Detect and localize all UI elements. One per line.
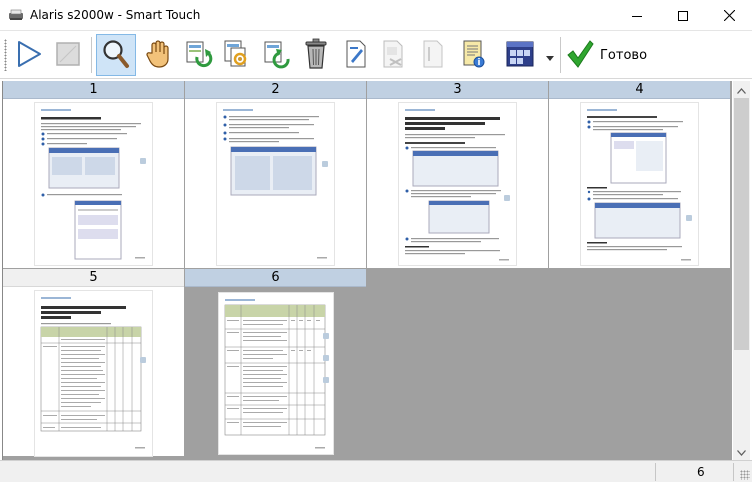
view-mode-icon xyxy=(505,40,535,71)
maximize-icon xyxy=(678,10,688,21)
insert-page-icon xyxy=(344,39,368,72)
status-bar: 6 xyxy=(0,460,752,482)
rotate-right-button[interactable] xyxy=(178,34,218,76)
flip-icon xyxy=(262,39,292,72)
status-divider xyxy=(655,463,656,481)
stop-button[interactable] xyxy=(48,34,88,76)
toolbar-separator xyxy=(91,37,92,73)
magnifier-icon xyxy=(101,38,131,73)
resize-grip[interactable] xyxy=(740,470,750,480)
play-button[interactable] xyxy=(9,34,49,76)
toolbar-separator xyxy=(560,37,561,73)
vertical-scrollbar[interactable] xyxy=(733,81,750,460)
zoom-button[interactable] xyxy=(96,34,136,76)
page-thumbnail[interactable]: 4 xyxy=(549,81,730,268)
page-preview xyxy=(581,103,698,265)
split-button[interactable] xyxy=(413,34,453,76)
chevron-down-icon xyxy=(737,445,746,459)
page-thumbnail[interactable]: 2 xyxy=(185,81,366,268)
page-thumbnail[interactable]: 1 xyxy=(3,81,184,268)
rotate-left-icon xyxy=(222,39,252,72)
toolbar: Готово xyxy=(0,31,752,79)
split-page-icon xyxy=(421,39,445,72)
delete-button[interactable] xyxy=(296,34,336,76)
thumbnail-grid[interactable]: 1 2 3 4 5 6 xyxy=(2,81,732,460)
rotate-right-icon xyxy=(183,39,213,72)
page-number: 1 xyxy=(3,81,184,99)
page-number: 2 xyxy=(185,81,366,99)
page-thumbnail-selected[interactable]: 6 xyxy=(185,269,366,456)
insert-page-button[interactable] xyxy=(336,34,376,76)
close-icon xyxy=(723,10,735,21)
done-button[interactable]: Готово xyxy=(566,37,647,73)
hand-icon xyxy=(144,39,172,72)
scrollbar-thumb[interactable] xyxy=(734,98,749,350)
page-number: 5 xyxy=(3,269,184,287)
checkmark-icon xyxy=(566,39,594,72)
page-preview xyxy=(35,103,152,265)
flip-button[interactable] xyxy=(257,34,297,76)
done-label: Готово xyxy=(600,47,648,63)
close-button[interactable] xyxy=(706,0,752,31)
window-title: Alaris s2000w - Smart Touch xyxy=(30,8,201,22)
pan-button[interactable] xyxy=(138,34,178,76)
view-mode-dropdown[interactable] xyxy=(543,51,557,63)
page-number: 4 xyxy=(549,81,730,99)
page-preview xyxy=(35,291,152,456)
stop-icon xyxy=(54,40,82,71)
page-thumbnail[interactable]: 5 xyxy=(3,269,184,456)
minimize-button[interactable] xyxy=(614,0,660,31)
status-divider xyxy=(733,463,734,481)
page-preview xyxy=(217,103,334,265)
page-thumbnail[interactable]: 3 xyxy=(367,81,548,268)
view-mode-button[interactable] xyxy=(500,34,540,76)
toolbar-grip[interactable] xyxy=(4,39,7,71)
trash-icon xyxy=(303,38,329,73)
scroll-up-button[interactable] xyxy=(733,81,750,98)
minimize-icon xyxy=(632,11,642,21)
crop-icon xyxy=(381,39,407,72)
chevron-down-icon xyxy=(546,50,554,64)
rotate-left-button[interactable] xyxy=(217,34,257,76)
page-info-button[interactable] xyxy=(454,34,494,76)
page-preview xyxy=(399,103,516,265)
maximize-button[interactable] xyxy=(660,0,706,31)
scanner-app-icon xyxy=(8,8,24,22)
title-bar: Alaris s2000w - Smart Touch xyxy=(0,0,752,31)
crop-button[interactable] xyxy=(374,34,414,76)
page-preview xyxy=(219,293,333,454)
play-icon xyxy=(14,39,44,72)
scroll-down-button[interactable] xyxy=(733,443,750,460)
page-number: 6 xyxy=(185,269,366,287)
chevron-up-icon xyxy=(737,83,746,97)
page-number: 3 xyxy=(367,81,548,99)
page-count: 6 xyxy=(697,465,705,479)
page-info-icon xyxy=(461,39,487,72)
